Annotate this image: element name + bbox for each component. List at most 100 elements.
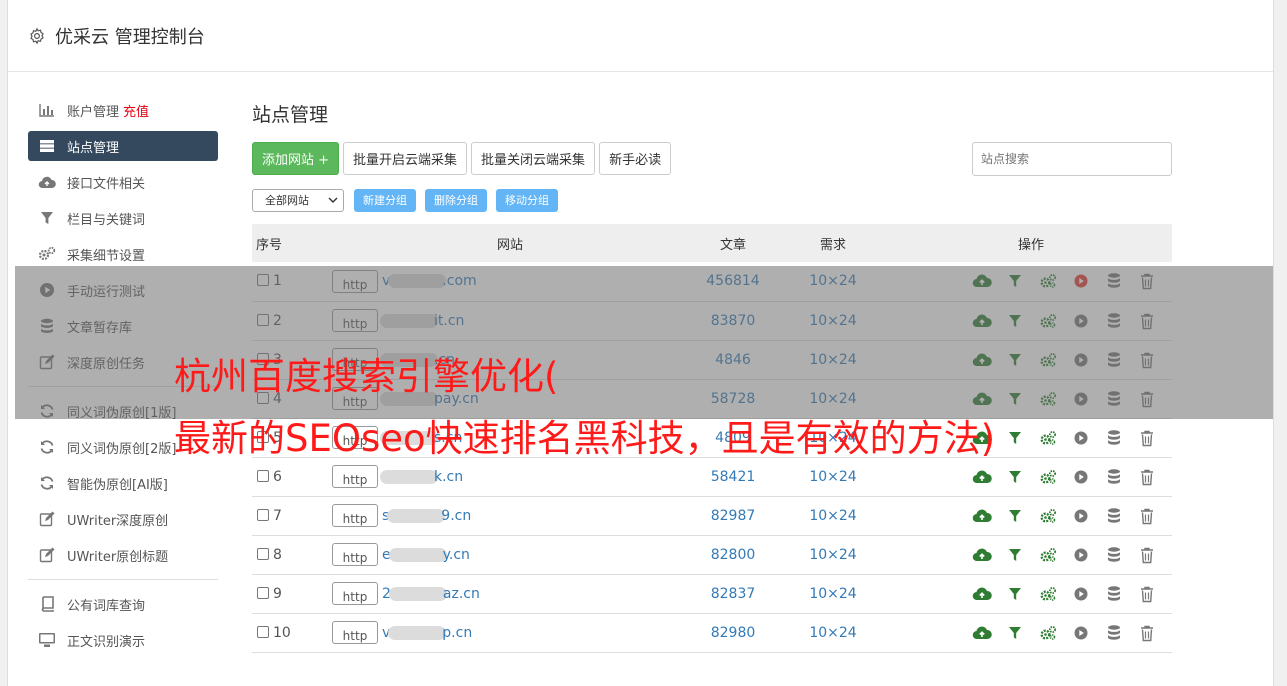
database-icon[interactable]	[1104, 429, 1124, 447]
site-search-input[interactable]	[972, 142, 1172, 176]
database-icon[interactable]	[1104, 468, 1124, 486]
cloud-upload-icon[interactable]	[972, 585, 992, 603]
batch-open-button[interactable]: 批量开启云端采集	[343, 141, 468, 175]
site-link[interactable]: v p.cn	[382, 625, 472, 641]
database-icon[interactable]	[1104, 585, 1124, 603]
play-icon[interactable]	[1071, 546, 1091, 564]
filter-icon[interactable]	[1005, 624, 1025, 642]
redacted-mask	[380, 469, 438, 484]
need-value[interactable]: 10×24	[776, 613, 890, 652]
delete-group-button[interactable]: 删除分组	[425, 188, 487, 212]
need-value[interactable]: 10×24	[776, 574, 890, 613]
trash-icon[interactable]	[1137, 624, 1157, 642]
cloud-upload-icon[interactable]	[972, 624, 992, 642]
play-icon[interactable]	[1071, 624, 1091, 642]
overlay-title-line2: 最新的SEOseo快速排名黑科技，且是有效的方法)	[174, 417, 996, 460]
group-select[interactable]: 全部网站	[252, 188, 344, 212]
site-cell: http 2 az.cn	[330, 574, 690, 613]
gears-icon[interactable]	[1038, 507, 1058, 525]
article-count[interactable]: 82837	[690, 574, 776, 613]
recharge-link[interactable]: 充值	[123, 101, 149, 120]
trash-icon[interactable]	[1137, 585, 1157, 603]
gears-icon[interactable]	[1038, 624, 1058, 642]
sidebar-item-label: 账户管理	[67, 104, 120, 120]
sidebar-item-11[interactable]: UWriter深度原创	[28, 504, 218, 534]
gear-icon	[30, 27, 44, 44]
sidebar-item-label: 同义词伪原创[2版]	[67, 441, 177, 457]
need-value[interactable]: 10×24	[776, 535, 890, 574]
row-checkbox[interactable]	[257, 547, 269, 560]
trash-icon[interactable]	[1137, 546, 1157, 564]
row-checkbox[interactable]	[257, 625, 269, 638]
site-cell: http v p.cn	[330, 613, 690, 652]
site-cell: http s 9.cn	[330, 496, 690, 535]
guide-button[interactable]: 新手必读	[599, 141, 672, 175]
gears-icon[interactable]	[1038, 585, 1058, 603]
header: 优采云 管理控制台	[8, 0, 1273, 72]
move-group-button[interactable]: 移动分组	[496, 188, 558, 212]
site-link[interactable]: e y.cn	[382, 547, 470, 563]
filter-icon[interactable]	[1005, 546, 1025, 564]
need-value[interactable]: 10×24	[776, 496, 890, 535]
gears-icon[interactable]	[1038, 429, 1058, 447]
row-number: 9	[273, 585, 282, 602]
article-count[interactable]: 82987	[690, 496, 776, 535]
database-icon[interactable]	[1104, 507, 1124, 525]
play-icon[interactable]	[1071, 585, 1091, 603]
cloud-upload-icon[interactable]	[972, 468, 992, 486]
cloud-upload-icon[interactable]	[972, 507, 992, 525]
sidebar-item-2[interactable]: 接口文件相关	[28, 167, 218, 197]
sidebar-item-1[interactable]: 站点管理	[28, 131, 218, 161]
filter-icon[interactable]	[1005, 468, 1025, 486]
gears-icon[interactable]	[1038, 468, 1058, 486]
trash-icon[interactable]	[1137, 507, 1157, 525]
trash-icon[interactable]	[1137, 429, 1157, 447]
table-row: 8 http e y.cn 82800 10×24	[252, 535, 1172, 574]
row-number: 6	[273, 468, 282, 485]
group-select-value: 全部网站	[265, 194, 309, 207]
cloud-upload-icon[interactable]	[972, 546, 992, 564]
table-row: 10 http v p.cn 82980 10×24	[252, 613, 1172, 652]
site-name-suffix: k.cn	[434, 468, 464, 485]
filter-icon[interactable]	[1005, 429, 1025, 447]
batch-close-button[interactable]: 批量关闭云端采集	[471, 141, 596, 175]
gears-icon[interactable]	[1038, 546, 1058, 564]
col-header-site: 网站	[496, 237, 523, 253]
gears-icon	[38, 246, 56, 262]
site-link[interactable]: s 9.cn	[382, 508, 471, 524]
sidebar-item-0[interactable]: 账户管理 充值	[28, 95, 218, 125]
sidebar-item-12[interactable]: UWriter原创标题	[28, 540, 218, 570]
article-count[interactable]: 82800	[690, 535, 776, 574]
refresh-icon	[38, 475, 56, 491]
row-checkbox[interactable]	[257, 469, 269, 482]
row-number-cell: 6	[252, 457, 330, 496]
site-link[interactable]: 2 az.cn	[382, 586, 480, 602]
http-badge: http	[332, 582, 378, 605]
site-link[interactable]: k.cn	[380, 468, 464, 485]
play-icon[interactable]	[1071, 429, 1091, 447]
database-icon[interactable]	[1104, 624, 1124, 642]
sidebar-item-13[interactable]: 公有词库查询	[28, 589, 218, 619]
page-title: 站点管理	[252, 104, 329, 126]
filter-icon[interactable]	[1005, 585, 1025, 603]
play-icon[interactable]	[1071, 468, 1091, 486]
row-checkbox[interactable]	[257, 586, 269, 599]
site-cell: http k.cn	[330, 457, 690, 496]
row-checkbox[interactable]	[257, 508, 269, 521]
sidebar-item-14[interactable]: 正文识别演示	[28, 625, 218, 655]
new-group-button[interactable]: 新建分组	[354, 188, 416, 212]
sidebar-item-10[interactable]: 智能伪原创[AI版]	[28, 468, 218, 498]
sidebar-item-3[interactable]: 栏目与关键词	[28, 203, 218, 233]
article-count[interactable]: 58421	[690, 457, 776, 496]
add-site-button[interactable]: 添加网站 +	[252, 141, 340, 175]
trash-icon[interactable]	[1137, 468, 1157, 486]
sidebar-item-4[interactable]: 采集细节设置	[28, 239, 218, 269]
filter-icon[interactable]	[1005, 507, 1025, 525]
http-badge: http	[332, 621, 378, 644]
filter-icon	[38, 210, 56, 226]
play-icon[interactable]	[1071, 507, 1091, 525]
need-value[interactable]: 10×24	[776, 457, 890, 496]
redacted-mask	[388, 625, 447, 640]
article-count[interactable]: 82980	[690, 613, 776, 652]
database-icon[interactable]	[1104, 546, 1124, 564]
